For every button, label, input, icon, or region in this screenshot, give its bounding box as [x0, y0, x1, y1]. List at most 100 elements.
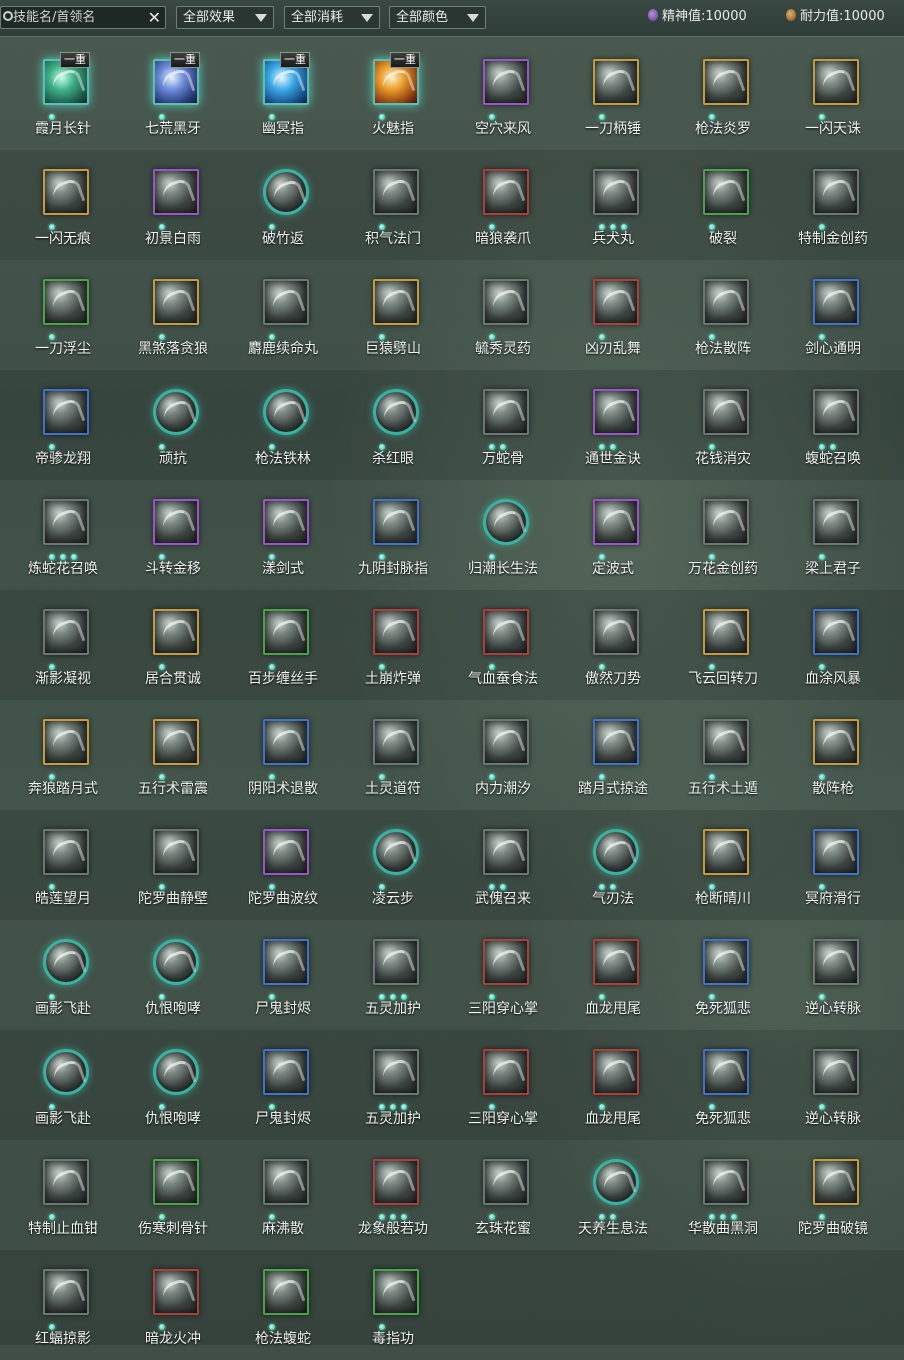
money-skill-icon[interactable]: [703, 389, 749, 435]
skill-card[interactable]: 枪断晴川: [668, 810, 778, 920]
skill-card[interactable]: 画影飞赴: [8, 1030, 118, 1140]
clear-icon[interactable]: ✕: [148, 8, 161, 27]
skill-card[interactable]: 九阴封脉指: [338, 480, 448, 590]
skill-card[interactable]: 一重 七荒黑牙: [118, 40, 228, 150]
pride-blade-skill-icon[interactable]: [593, 609, 639, 655]
blade-skill-icon[interactable]: [593, 59, 639, 105]
skill-card[interactable]: 皓莲望月: [8, 810, 118, 920]
shadow-dash-skill-icon[interactable]: [43, 1049, 89, 1095]
skill-card[interactable]: 一刀柄锤: [558, 40, 668, 150]
ghost-seal-skill-icon[interactable]: [263, 1049, 309, 1095]
skill-card[interactable]: 花钱消灾: [668, 370, 778, 480]
skill-card[interactable]: 通世金诀: [558, 370, 668, 480]
coin-wind-skill-icon[interactable]: [483, 59, 529, 105]
dice-skill-icon[interactable]: [593, 389, 639, 435]
reverse-heart-skill-icon[interactable]: [813, 939, 859, 985]
cold-needle-skill-icon[interactable]: [153, 1159, 199, 1205]
spear-river-skill-icon[interactable]: [703, 829, 749, 875]
gourd-skill-icon[interactable]: [483, 279, 529, 325]
qi-skill-icon[interactable]: [373, 169, 419, 215]
skill-card[interactable]: 空穴来风: [448, 40, 558, 150]
silk-hand-skill-icon[interactable]: [263, 609, 309, 655]
search-input[interactable]: [13, 8, 143, 27]
skill-card[interactable]: 武傀召来: [448, 810, 558, 920]
skill-card[interactable]: 血涂风暴: [778, 590, 888, 700]
ape-skill-icon[interactable]: [373, 279, 419, 325]
skill-card[interactable]: 一闪无痕: [8, 150, 118, 260]
skill-card[interactable]: 一刀浮尘: [8, 260, 118, 370]
iai-skill-icon[interactable]: [153, 609, 199, 655]
skill-card[interactable]: 漾剑式: [228, 480, 338, 590]
skill-card[interactable]: 飞云回转刀: [668, 590, 778, 700]
skill-card[interactable]: 麝鹿续命丸: [228, 260, 338, 370]
viper-skill-icon[interactable]: [813, 389, 859, 435]
skill-card[interactable]: 天养生息法: [558, 1140, 668, 1250]
skill-card[interactable]: 百步缠丝手: [228, 590, 338, 700]
skill-card[interactable]: 兵犬丸: [558, 150, 668, 260]
skill-card[interactable]: 枪法铁林: [228, 370, 338, 480]
medicine-skill-icon[interactable]: [813, 169, 859, 215]
fox-skill-icon[interactable]: [703, 1049, 749, 1095]
skill-card[interactable]: 帝骖龙翔: [8, 370, 118, 480]
skill-card[interactable]: 毒指功: [338, 1250, 448, 1360]
skill-card[interactable]: 枪法蝮蛇: [228, 1250, 338, 1360]
blade-dance-skill-icon[interactable]: [593, 279, 639, 325]
roar-skill-icon[interactable]: [153, 1049, 199, 1095]
skill-card[interactable]: 归潮长生法: [448, 480, 558, 590]
clamp-skill-icon[interactable]: [43, 1159, 89, 1205]
skill-card[interactable]: 逆心转脉: [778, 920, 888, 1030]
roar-skill-icon[interactable]: [153, 939, 199, 985]
skill-card[interactable]: 初景白雨: [118, 150, 228, 260]
skill-card[interactable]: 杀红眼: [338, 370, 448, 480]
fox-skill-icon[interactable]: [703, 939, 749, 985]
skill-card[interactable]: 炼蛇花召唤: [8, 480, 118, 590]
skill-card[interactable]: 踏月式掠途: [558, 700, 668, 810]
skill-card[interactable]: 枪法散阵: [668, 260, 778, 370]
skill-card[interactable]: 积气法门: [338, 150, 448, 260]
skill-card[interactable]: 土崩炸弹: [338, 590, 448, 700]
spear-skill-icon[interactable]: [703, 59, 749, 105]
skill-card[interactable]: 枪法炎罗: [668, 40, 778, 150]
skill-card[interactable]: 画影飞赴: [8, 920, 118, 1030]
claw-skill-icon[interactable]: [483, 169, 529, 215]
pill-skill-icon[interactable]: [593, 169, 639, 215]
earth-escape-skill-icon[interactable]: [703, 719, 749, 765]
running-wolf-skill-icon[interactable]: [43, 719, 89, 765]
skill-card[interactable]: 内力潮汐: [448, 700, 558, 810]
moon-step-skill-icon[interactable]: [593, 719, 639, 765]
shadow-dash-skill-icon[interactable]: [43, 939, 89, 985]
search-box[interactable]: ✕: [0, 6, 166, 29]
bamboo-skill-icon[interactable]: [263, 169, 309, 215]
skill-card[interactable]: 五灵加护: [338, 1030, 448, 1140]
skill-card[interactable]: 傲然刀势: [558, 590, 668, 700]
skill-card[interactable]: 顽抗: [118, 370, 228, 480]
skill-card[interactable]: 红蝠掠影: [8, 1250, 118, 1360]
snake-flower-skill-icon[interactable]: [43, 499, 89, 545]
seal-finger-skill-icon[interactable]: [373, 499, 419, 545]
skill-card[interactable]: 剑心通明: [778, 260, 888, 370]
skill-card[interactable]: 黑煞落贪狼: [118, 260, 228, 370]
effect-filter-dropdown[interactable]: 全部效果: [176, 6, 274, 29]
skill-card[interactable]: 华散曲黑洞: [668, 1140, 778, 1250]
scatter-spear-skill-icon[interactable]: [813, 719, 859, 765]
skill-card[interactable]: 特制止血钳: [8, 1140, 118, 1250]
skill-card[interactable]: 麻沸散: [228, 1140, 338, 1250]
ghost-seal-skill-icon[interactable]: [263, 939, 309, 985]
skill-card[interactable]: 特制金创药: [778, 150, 888, 260]
skill-card[interactable]: 龙象般若功: [338, 1140, 448, 1250]
cost-filter-dropdown[interactable]: 全部消耗: [284, 6, 380, 29]
nurture-skill-icon[interactable]: [593, 1159, 639, 1205]
skill-card[interactable]: 免死狐悲: [668, 1030, 778, 1140]
inner-tide-skill-icon[interactable]: [483, 719, 529, 765]
skill-card[interactable]: 定波式: [558, 480, 668, 590]
anesthetic-skill-icon[interactable]: [263, 1159, 309, 1205]
skill-card[interactable]: 五行术土遁: [668, 700, 778, 810]
skill-card[interactable]: 毓秀灵药: [448, 260, 558, 370]
flash-skill-icon[interactable]: [813, 59, 859, 105]
five-spirit-skill-icon[interactable]: [373, 1049, 419, 1095]
skill-card[interactable]: 渐影凝视: [8, 590, 118, 700]
skill-card[interactable]: 散阵枪: [778, 700, 888, 810]
skill-card[interactable]: 陀罗曲破镜: [778, 1140, 888, 1250]
five-spirit-skill-icon[interactable]: [373, 939, 419, 985]
palm-skill-icon[interactable]: [483, 939, 529, 985]
